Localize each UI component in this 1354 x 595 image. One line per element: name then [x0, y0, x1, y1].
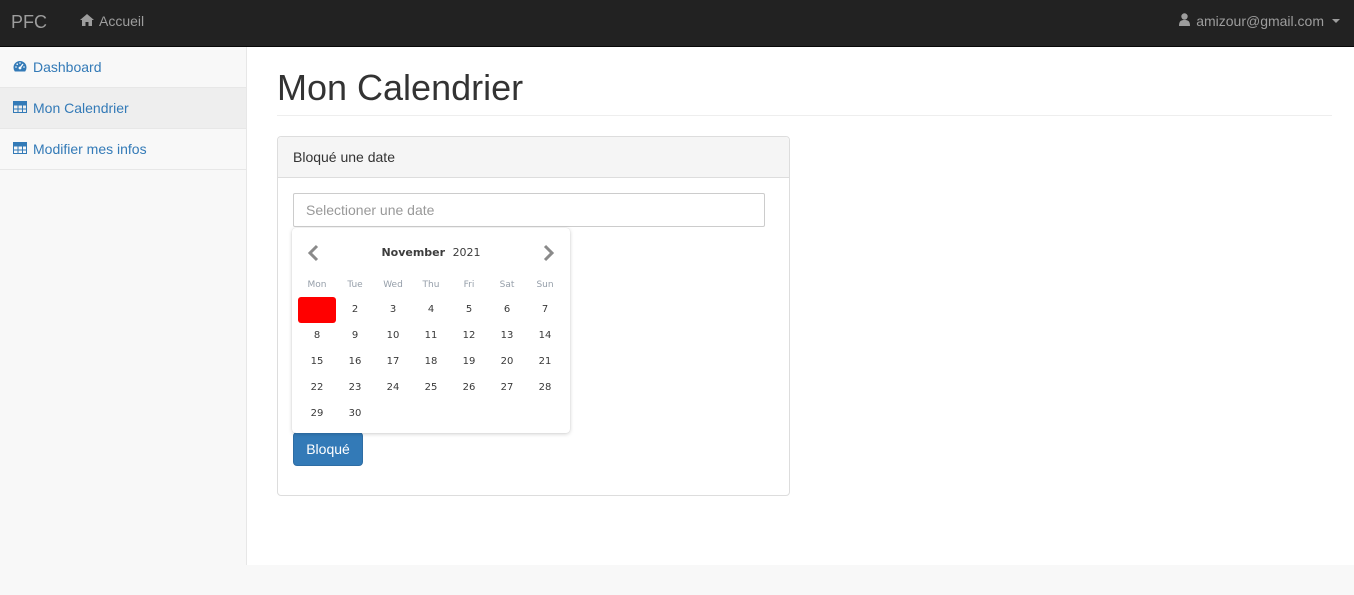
sidebar-item-label: Mon Calendrier: [33, 100, 129, 116]
sidebar-item-label: Dashboard: [33, 59, 102, 75]
chevron-right-icon[interactable]: [542, 244, 556, 262]
datepicker-day[interactable]: 12: [450, 323, 488, 349]
dashboard-icon: [13, 59, 27, 75]
sidebar-item-label: Modifier mes infos: [33, 141, 147, 157]
nav-home-label: Accueil: [99, 13, 145, 29]
datepicker-day[interactable]: 10: [374, 323, 412, 349]
datepicker-month-year: November 2021: [292, 246, 570, 259]
datepicker-day[interactable]: 8: [298, 323, 336, 349]
datepicker-day[interactable]: 3: [374, 297, 412, 323]
datepicker-day[interactable]: 26: [450, 375, 488, 401]
weekday-label: Thu: [422, 280, 440, 290]
home-icon: [80, 13, 94, 29]
datepicker-day[interactable]: 19: [450, 349, 488, 375]
datepicker-day[interactable]: 18: [412, 349, 450, 375]
datepicker-day[interactable]: 30: [336, 401, 374, 427]
datepicker-day[interactable]: 7: [526, 297, 564, 323]
datepicker-day[interactable]: 14: [526, 323, 564, 349]
sidebar: Dashboard Mon Calendrier Modifier mes in…: [0, 47, 247, 565]
sidebar-item-dashboard[interactable]: Dashboard: [0, 47, 246, 88]
datepicker-day[interactable]: 29: [298, 401, 336, 427]
datepicker-day[interactable]: 24: [374, 375, 412, 401]
datepicker-day[interactable]: 25: [412, 375, 450, 401]
datepicker-day[interactable]: 28: [526, 375, 564, 401]
weekday-label: Tue: [347, 280, 363, 290]
datepicker-day-selected[interactable]: 1: [298, 297, 336, 323]
datepicker-day[interactable]: 15: [298, 349, 336, 375]
datepicker-day[interactable]: 2: [336, 297, 374, 323]
nav-home-link[interactable]: Accueil: [80, 13, 144, 29]
datepicker-day[interactable]: 11: [412, 323, 450, 349]
datepicker-day[interactable]: 5: [450, 297, 488, 323]
date-input[interactable]: [293, 193, 765, 227]
user-menu-dropdown[interactable]: amizour@gmail.com: [1179, 13, 1340, 29]
datepicker-popup: November 2021 Mon Tue Wed Thu Fri Sat Su…: [292, 228, 570, 433]
weekday-label: Sun: [536, 280, 554, 290]
datepicker-day-grid: 1 2 3 4 5 6 7 8 9 10 11 12 13 14 15 16 17 18 19 20 21 22 23 24 2…: [298, 297, 564, 427]
sidebar-item-edit-info[interactable]: Modifier mes infos: [0, 129, 246, 170]
datepicker-day[interactable]: 6: [488, 297, 526, 323]
datepicker-day[interactable]: 9: [336, 323, 374, 349]
datepicker-year[interactable]: 2021: [453, 246, 481, 259]
user-icon: [1179, 13, 1191, 29]
datepicker-day[interactable]: 21: [526, 349, 564, 375]
datepicker-month[interactable]: November: [381, 246, 445, 259]
block-date-button[interactable]: Bloqué: [293, 432, 363, 466]
weekday-label: Wed: [383, 280, 403, 290]
datepicker-day[interactable]: 4: [412, 297, 450, 323]
datepicker-day[interactable]: 16: [336, 349, 374, 375]
weekday-label: Mon: [307, 280, 327, 290]
weekday-label: Sat: [499, 280, 515, 290]
title-divider: [277, 115, 1332, 116]
datepicker-day[interactable]: 13: [488, 323, 526, 349]
datepicker-day[interactable]: 23: [336, 375, 374, 401]
user-email: amizour@gmail.com: [1196, 13, 1324, 29]
table-icon: [13, 141, 27, 157]
chevron-down-icon: [1332, 19, 1340, 23]
page-title: Mon Calendrier: [277, 67, 524, 108]
table-icon: [13, 100, 27, 116]
panel-heading: Bloqué une date: [278, 137, 789, 178]
brand-logo[interactable]: PFC: [11, 12, 47, 33]
sidebar-item-calendar[interactable]: Mon Calendrier: [0, 88, 246, 129]
weekday-label: Fri: [463, 280, 475, 290]
datepicker-weekdays: Mon Tue Wed Thu Fri Sat Sun: [298, 280, 564, 290]
datepicker-day[interactable]: 20: [488, 349, 526, 375]
top-navbar: PFC Accueil amizour@gmail.com: [0, 0, 1354, 47]
datepicker-day[interactable]: 22: [298, 375, 336, 401]
datepicker-day[interactable]: 17: [374, 349, 412, 375]
datepicker-day[interactable]: 27: [488, 375, 526, 401]
